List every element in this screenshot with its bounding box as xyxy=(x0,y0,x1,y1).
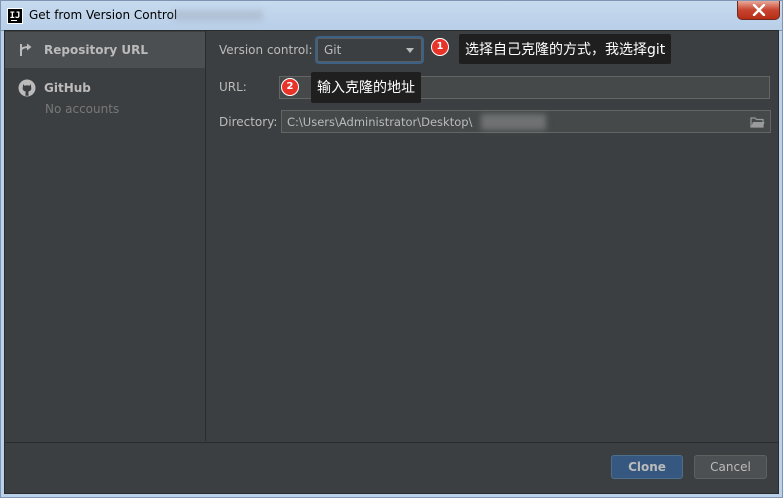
cancel-button[interactable]: Cancel xyxy=(694,455,767,479)
version-control-select[interactable]: Git xyxy=(317,38,422,62)
annotation-badge-2: 2 xyxy=(281,78,299,96)
dialog-footer: Clone Cancel xyxy=(5,442,778,493)
sidebar-item-repository-url[interactable]: Repository URL xyxy=(5,32,205,68)
dialog-body: Repository URL GitHub No accounts Versio… xyxy=(4,30,779,494)
window-close-button[interactable] xyxy=(737,1,780,20)
annotation-callout-1: 选择自己克隆的方式，我选择git xyxy=(459,34,672,64)
annotation-callout-2: 输入克隆的地址 xyxy=(311,72,421,103)
version-control-value: Git xyxy=(324,43,342,57)
window-title: Get from Version Control xyxy=(29,8,178,22)
sidebar: Repository URL GitHub No accounts xyxy=(5,31,206,441)
github-icon xyxy=(18,79,36,97)
clone-button[interactable]: Clone xyxy=(611,455,683,479)
directory-input[interactable]: C:\Users\Administrator\Desktop\ xyxy=(281,110,771,133)
sidebar-item-label: Repository URL xyxy=(44,43,148,57)
vcs-arrow-icon xyxy=(20,43,32,56)
version-control-label: Version control: xyxy=(219,43,313,57)
url-label: URL: xyxy=(219,80,247,94)
intellij-app-icon: IJ xyxy=(7,8,23,24)
title-bar: IJ Get from Version Control xyxy=(0,0,783,30)
blurred-region xyxy=(481,114,546,130)
directory-value: C:\Users\Administrator\Desktop\ xyxy=(287,115,473,129)
sidebar-item-github[interactable]: GitHub No accounts xyxy=(5,71,205,121)
folder-icon[interactable] xyxy=(750,116,765,128)
chevron-down-icon xyxy=(406,48,414,53)
directory-label: Directory: xyxy=(219,115,278,129)
blurred-region xyxy=(173,10,263,21)
sidebar-item-label: GitHub xyxy=(44,81,91,95)
github-account-status: No accounts xyxy=(45,102,120,116)
annotation-badge-1: 1 xyxy=(431,38,449,56)
close-icon xyxy=(752,4,766,16)
